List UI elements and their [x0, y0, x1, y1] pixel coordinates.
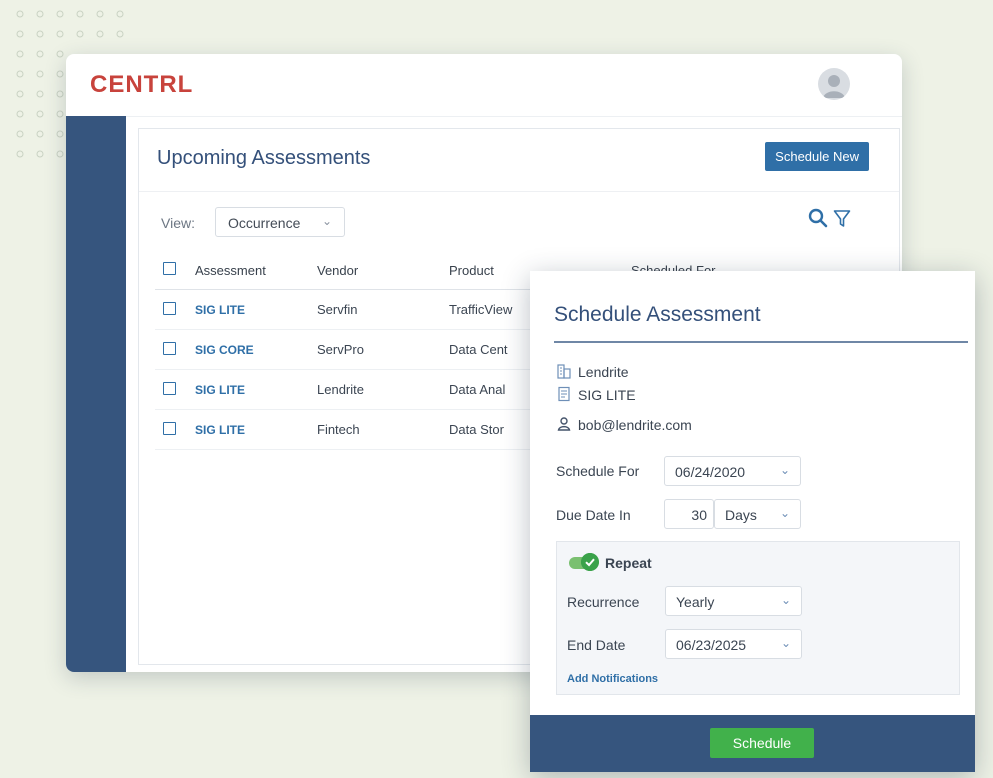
recurrence-label: Recurrence	[567, 594, 640, 610]
due-days-value: 30	[691, 507, 707, 523]
repeat-section: Repeat Recurrence Yearly ⌄ End Date 06/2…	[556, 541, 960, 695]
add-notifications-link[interactable]: Add Notifications	[567, 673, 658, 685]
assessment-link[interactable]: SIG LITE	[195, 303, 245, 317]
view-select[interactable]: Occurrence ⌄	[215, 207, 345, 237]
user-avatar[interactable]	[818, 68, 850, 100]
due-unit-value: Days	[725, 507, 757, 523]
chevron-down-icon: ⌄	[780, 593, 791, 607]
centrl-logo[interactable]: CENTRL	[90, 71, 193, 99]
dialog-title-rule	[554, 341, 968, 343]
recurrence-value: Yearly	[676, 594, 715, 610]
chevron-down-icon: ⌄	[780, 636, 791, 650]
check-icon[interactable]	[581, 553, 599, 571]
row-checkbox[interactable]	[163, 421, 176, 435]
dialog-footer: Schedule	[530, 715, 975, 772]
due-date-label: Due Date In	[556, 507, 631, 523]
row-checkbox[interactable]	[163, 381, 176, 395]
vendor-cell: Servfin	[316, 289, 448, 330]
filter-icon[interactable]	[833, 209, 851, 229]
vendor-cell: ServPro	[316, 329, 448, 370]
chevron-down-icon: ⌄	[779, 506, 790, 520]
building-icon	[557, 364, 571, 379]
assessment-link[interactable]: SIG CORE	[195, 343, 254, 357]
row-checkbox[interactable]	[163, 341, 176, 355]
schedule-assessment-dialog: Schedule Assessment Lendrite SIG LITE bo…	[530, 271, 975, 772]
vendor-name: Lendrite	[578, 364, 629, 380]
page-title: Upcoming Assessments	[157, 147, 371, 169]
column-header-vendor[interactable]: Vendor	[316, 251, 448, 290]
row-checkbox[interactable]	[163, 301, 176, 315]
end-date-dropdown[interactable]: 06/23/2025 ⌄	[665, 629, 802, 659]
vendor-info: Lendrite	[556, 363, 629, 380]
app-header: CENTRL	[66, 54, 902, 117]
sidebar	[66, 116, 126, 672]
schedule-for-label: Schedule For	[556, 463, 640, 479]
chevron-down-icon: ⌄	[779, 463, 790, 477]
dialog-title: Schedule Assessment	[554, 303, 761, 326]
search-icon[interactable]	[807, 207, 829, 229]
end-date-label: End Date	[567, 637, 626, 653]
schedule-new-button[interactable]: Schedule New	[765, 142, 869, 171]
assessment-info: SIG LITE	[556, 386, 636, 403]
view-select-value: Occurrence	[228, 215, 301, 231]
document-icon	[558, 386, 570, 402]
assessment-name: SIG LITE	[578, 387, 636, 403]
contact-email: bob@lendrite.com	[578, 417, 692, 433]
user-icon	[823, 75, 845, 98]
email-info: bob@lendrite.com	[556, 416, 692, 433]
assessment-link[interactable]: SIG LITE	[195, 423, 245, 437]
due-unit-dropdown[interactable]: Days ⌄	[714, 499, 801, 529]
chevron-down-icon: ⌄	[321, 214, 332, 228]
view-label: View:	[161, 215, 195, 231]
end-date-value: 06/23/2025	[676, 637, 747, 653]
repeat-label: Repeat	[605, 555, 652, 571]
vendor-cell: Lendrite	[316, 369, 448, 410]
person-icon	[557, 417, 571, 431]
column-header-assessment[interactable]: Assessment	[194, 251, 316, 290]
schedule-for-dropdown[interactable]: 06/24/2020 ⌄	[664, 456, 801, 486]
due-days-input[interactable]: 30	[664, 499, 714, 529]
select-all-checkbox[interactable]	[163, 262, 176, 275]
header-divider	[139, 191, 899, 192]
assessment-link[interactable]: SIG LITE	[195, 383, 245, 397]
recurrence-dropdown[interactable]: Yearly ⌄	[665, 586, 802, 616]
schedule-for-value: 06/24/2020	[675, 464, 746, 480]
schedule-button[interactable]: Schedule	[710, 728, 814, 758]
vendor-cell: Fintech	[316, 409, 448, 450]
